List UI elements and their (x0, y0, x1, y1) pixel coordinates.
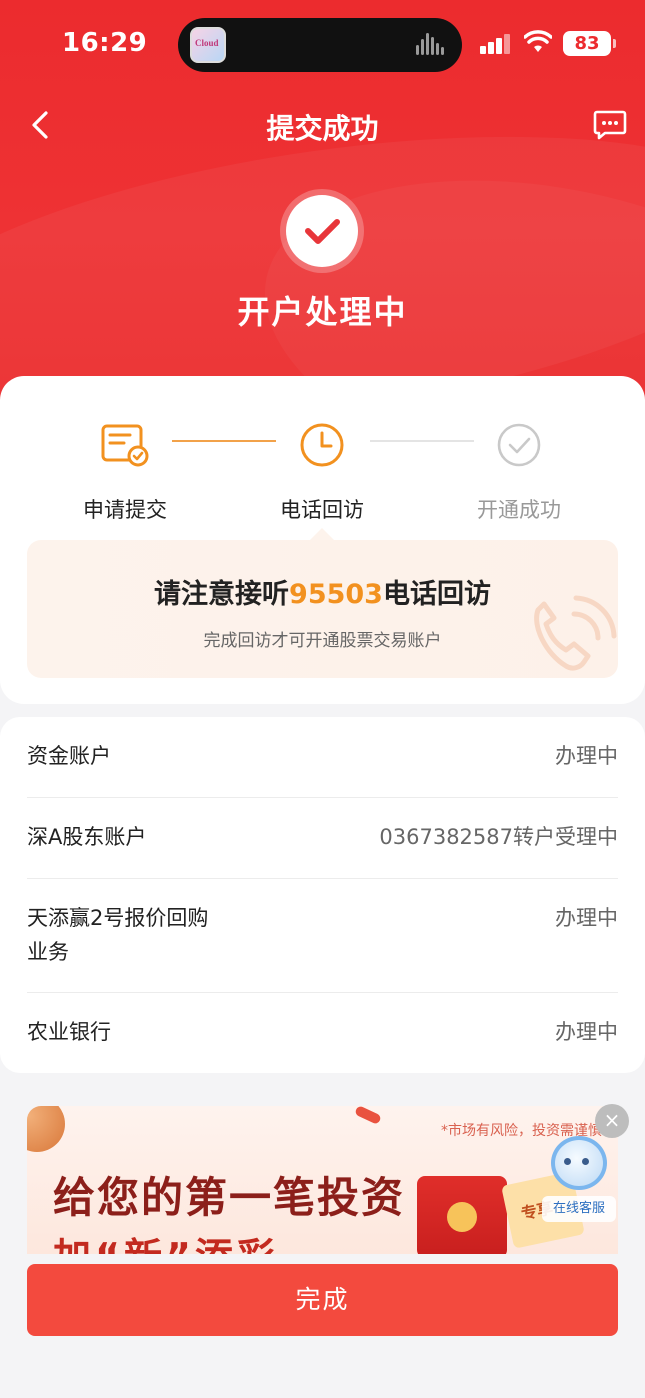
form-check-icon (101, 424, 149, 467)
step-label: 申请提交 (83, 498, 167, 522)
step-phone-callback: 电话回访 (237, 420, 407, 524)
decorative-ball (27, 1106, 65, 1152)
done-button[interactable]: 完成 (27, 1264, 618, 1336)
app-icon: Cloud (190, 27, 226, 63)
banner-subheadline: 加“新”添彩 (53, 1226, 279, 1254)
red-envelope-icon (417, 1176, 507, 1254)
detail-value: 办理中 (555, 906, 618, 930)
notice-subtitle: 完成回访才可开通股票交易账户 (203, 631, 442, 651)
clock-icon (300, 423, 344, 467)
header-hero: 16:29 Cloud 83 提交成功 开户处理中 (0, 0, 645, 420)
online-service-label: 在线客服 (542, 1196, 616, 1222)
detail-key: 深A股东账户 (27, 825, 147, 849)
notice-headline: 请注意接听95503电话回访 (154, 579, 491, 610)
account-details-list: 资金账户 办理中 深A股东账户 0367382587转户受理中 天添赢2号报价回… (0, 717, 645, 1073)
step-label: 开通成功 (477, 498, 561, 522)
audio-wave-icon (416, 32, 446, 58)
status-time: 16:29 (62, 28, 148, 58)
progress-card: 申请提交 电话回访 开通成功 请注意接听95503电话回访 完成回访才可开通股票… (0, 376, 645, 704)
process-status-title: 开户处理中 (237, 293, 408, 331)
detail-value: 办理中 (555, 744, 618, 768)
detail-row: 深A股东账户 0367382587转户受理中 (27, 798, 618, 879)
message-icon[interactable] (593, 109, 627, 141)
cellular-signal-icon (480, 32, 514, 54)
wifi-icon (524, 30, 552, 52)
decorative-chip (354, 1106, 382, 1126)
banner-headline: 给您的第一笔投资 (53, 1173, 406, 1222)
detail-value: 办理中 (555, 1020, 618, 1044)
battery-indicator: 83 (563, 31, 616, 56)
online-service-button[interactable]: 在线客服 (542, 1136, 616, 1226)
detail-key: 农业银行 (27, 1020, 111, 1044)
step-account-opened: 开通成功 (434, 420, 604, 524)
callback-notice: 请注意接听95503电话回访 完成回访才可开通股票交易账户 (27, 540, 618, 678)
detail-key: 天添赢2号报价回购业务 (27, 906, 209, 964)
callback-number: 95503 (289, 579, 383, 610)
step-label: 电话回访 (280, 498, 364, 522)
detail-key: 资金账户 (27, 744, 111, 768)
status-bar: 16:29 Cloud 83 (0, 0, 645, 90)
detail-row: 资金账户 办理中 (27, 717, 618, 798)
dynamic-island: Cloud (178, 18, 462, 72)
step-apply-submitted: 申请提交 (40, 420, 210, 524)
close-banner-button[interactable]: × (595, 1104, 629, 1138)
app-icon-text: Cloud (195, 38, 219, 48)
detail-value: 0367382587转户受理中 (379, 825, 618, 849)
check-circle-icon (497, 423, 541, 467)
page-title: 提交成功 (266, 112, 379, 145)
detail-row: 农业银行 办理中 (27, 993, 618, 1073)
detail-row: 天添赢2号报价回购业务 办理中 (27, 879, 618, 993)
promo-banner[interactable]: *市场有风险，投资需谨慎 给您的第一笔投资 加“新”添彩 专享 (27, 1106, 618, 1254)
footer: 完成 (0, 1254, 645, 1398)
nav-bar: 提交成功 (0, 95, 645, 155)
success-check-icon (286, 195, 358, 267)
